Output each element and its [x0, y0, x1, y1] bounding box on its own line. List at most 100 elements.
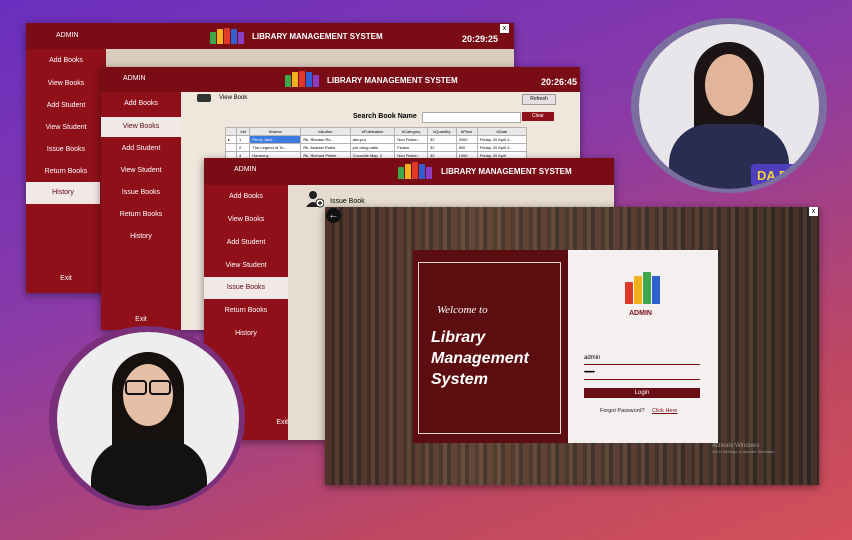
close-button[interactable]: x: [809, 207, 818, 216]
table-cell: Rk. Andrew Rutks: [300, 143, 351, 152]
glasses-icon: [125, 380, 171, 395]
photo-backdrop: [57, 332, 239, 506]
table-cell: pro doug natio: [349, 143, 396, 152]
person-body: [91, 440, 207, 506]
books-icon: [197, 94, 211, 102]
exit-button[interactable]: Exit: [101, 316, 181, 323]
activate-windows-watermark: Activate Windows Go to Settings to activ…: [712, 443, 775, 454]
sidebar-item-return-books[interactable]: Return Books: [101, 211, 181, 218]
sidebar-item-view-books[interactable]: View Books: [204, 216, 288, 223]
banner-text: DA BU: [757, 168, 798, 183]
table-cell: 1: [235, 135, 251, 144]
password-field[interactable]: •••••••••: [584, 370, 700, 380]
app-logo-icon: [398, 162, 433, 179]
username-field[interactable]: admin: [584, 355, 700, 365]
sidebar-item-add-books[interactable]: Add Books: [204, 193, 288, 200]
column-header[interactable]: bAuthor: [300, 127, 351, 136]
sidebar-item-history[interactable]: History: [101, 233, 181, 240]
sidebar-item-view-student[interactable]: View Student: [101, 167, 181, 174]
table-header-row: bid bName bAuthor bPublication bCategory…: [225, 127, 528, 136]
clear-button[interactable]: Clear: [522, 112, 554, 121]
sidebar-header: ADMIN: [234, 166, 257, 173]
table-cell: Percy Jack...: [249, 135, 302, 144]
table-cell: Friday, 20 April 2...: [476, 135, 528, 144]
close-button[interactable]: x: [500, 24, 509, 33]
sidebar-item-add-student[interactable]: Add Student: [26, 102, 106, 109]
table-cell: 2: [235, 143, 251, 152]
column-header[interactable]: bPrice: [455, 127, 478, 136]
app-title: LIBRARY MANAGEMENT SYSTEM: [327, 76, 458, 85]
watermark-line-2: Go to Settings to activate Windows.: [712, 449, 776, 454]
title-bar: ADMIN LIBRARY MANAGEMENT SYSTEM 20:29:25…: [26, 23, 514, 49]
sidebar-item-view-books[interactable]: View Books: [101, 117, 181, 137]
sidebar-item-history[interactable]: History: [204, 330, 288, 337]
sidebar-item-add-books[interactable]: Add Books: [26, 57, 106, 64]
sidebar-item-add-student[interactable]: Add Student: [204, 239, 288, 246]
person-face: [123, 364, 173, 426]
column-header[interactable]: bName: [249, 127, 302, 136]
system-title-line-2: Management: [431, 350, 529, 367]
sidebar-header: ADMIN: [56, 32, 79, 39]
person-face: [705, 54, 753, 116]
sidebar-item-view-books[interactable]: View Books: [26, 80, 106, 87]
welcome-text: Welcome to: [437, 304, 488, 316]
login-button[interactable]: Login: [584, 388, 700, 398]
sidebar: Add Books View Books Add Student View St…: [101, 92, 181, 330]
exit-button[interactable]: Exit: [26, 275, 106, 282]
sidebar-item-issue-books[interactable]: Issue Books: [204, 277, 288, 299]
table-cell: Friday, 20 April 2...: [476, 143, 528, 152]
table-cell: Non Fiction: [394, 135, 428, 144]
refresh-button[interactable]: Refresh: [522, 94, 556, 105]
welcome-frame: [418, 262, 561, 434]
column-header[interactable]: bQuantity: [426, 127, 457, 136]
books-table: bid bName bAuthor bPublication bCategory…: [225, 127, 528, 160]
login-window: x ← Welcome to Library Management System…: [325, 207, 819, 485]
sidebar: Add Books View Books Add Student View St…: [26, 49, 106, 293]
table-row[interactable]: 2 The Legend of To... Rk. Andrew Rutks p…: [225, 143, 528, 152]
back-arrow-icon[interactable]: ←: [326, 208, 341, 223]
page-title: Issue Book: [330, 198, 365, 205]
title-bar: ADMIN LIBRARY MANAGEMENT SYSTEM: [204, 158, 614, 185]
clock: 20:29:25: [462, 34, 499, 44]
system-title-line-3: System: [431, 371, 488, 388]
welcome-panel: Welcome to Library Management System: [413, 250, 568, 443]
table-cell: Rk. Riordan Rk...: [300, 135, 351, 144]
column-marker: [225, 127, 237, 136]
sidebar-item-add-student[interactable]: Add Student: [101, 145, 181, 152]
table-cell: 32: [426, 143, 457, 152]
table-row[interactable]: ▸ 1 Percy Jack... Rk. Riordan Rk... abc.…: [225, 135, 528, 144]
search-input[interactable]: [422, 112, 521, 123]
click-here-link[interactable]: Click Here: [652, 408, 677, 414]
photo-backdrop: DA BU 20: [639, 24, 819, 189]
banner: DA BU: [751, 164, 819, 186]
row-marker: ▸: [225, 135, 237, 144]
portrait-photo-bottom-left: [49, 326, 245, 510]
table-cell: 2000: [455, 135, 478, 144]
photo-year-text: 20: [657, 172, 666, 181]
app-logo-icon: [285, 71, 320, 87]
table-cell: abc.pru: [349, 135, 396, 144]
sidebar-item-return-books[interactable]: Return Books: [26, 168, 106, 175]
sidebar-item-view-student[interactable]: View Student: [204, 262, 288, 269]
forgot-password-text: Forgot Password?: [600, 408, 645, 414]
issue-book-icon: [306, 190, 325, 208]
sidebar-item-issue-books[interactable]: Issue Books: [101, 189, 181, 196]
column-header[interactable]: bDate: [476, 127, 528, 136]
sidebar-item-history[interactable]: History: [26, 182, 100, 204]
sidebar-item-add-books[interactable]: Add Books: [101, 100, 181, 107]
search-label: Search Book Name: [353, 113, 417, 120]
title-bar: ADMIN LIBRARY MANAGEMENT SYSTEM 20:26:45: [101, 67, 580, 92]
row-marker: [225, 143, 237, 152]
column-header[interactable]: bid: [235, 127, 251, 136]
sidebar-item-issue-books[interactable]: Issue Books: [26, 146, 106, 153]
app-title: LIBRARY MANAGEMENT SYSTEM: [441, 167, 572, 176]
column-header[interactable]: bCategory: [394, 127, 428, 136]
app-title: LIBRARY MANAGEMENT SYSTEM: [252, 32, 383, 41]
sidebar-header: ADMIN: [123, 75, 146, 82]
table-cell: The Legend of To...: [249, 143, 302, 152]
sidebar-item-return-books[interactable]: Return Books: [204, 307, 288, 314]
admin-label: ADMIN: [629, 310, 652, 317]
page-title: View Book: [219, 95, 248, 101]
column-header[interactable]: bPublication: [349, 127, 396, 136]
sidebar-item-view-student[interactable]: View Student: [26, 124, 106, 131]
